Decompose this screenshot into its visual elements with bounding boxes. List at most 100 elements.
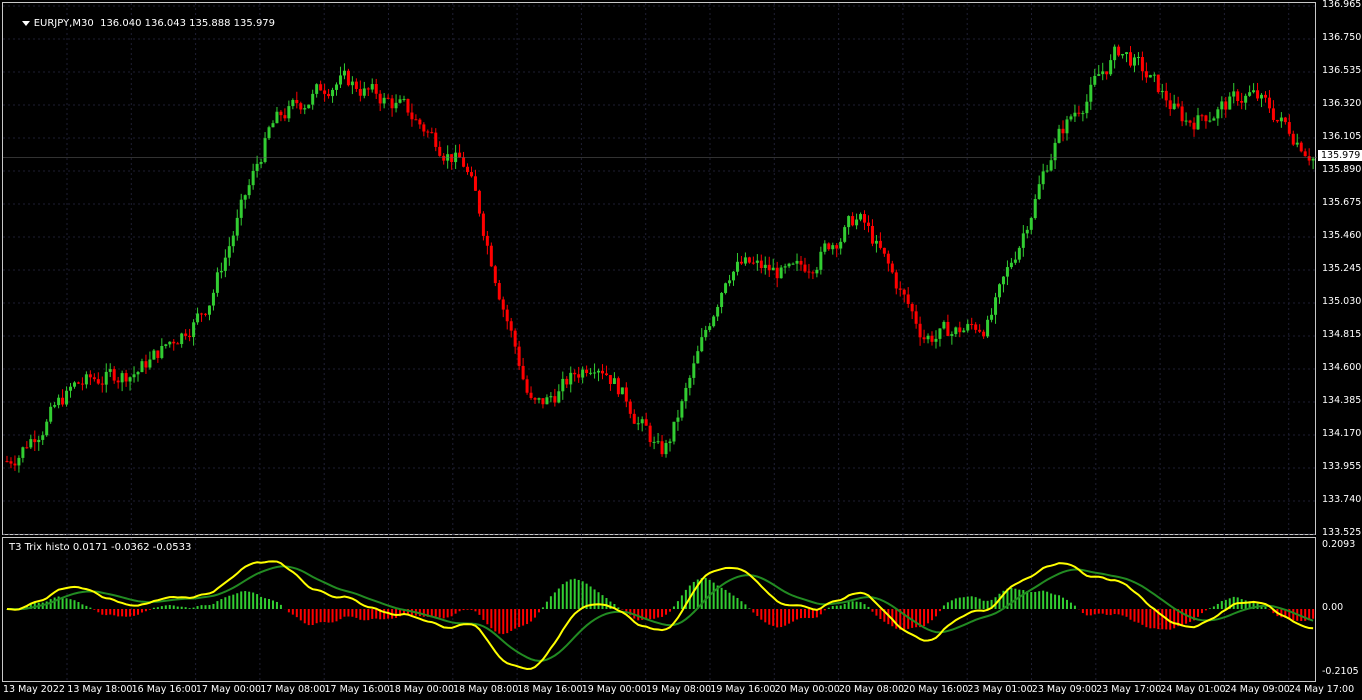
histogram-bar — [375, 609, 378, 619]
time-axis-label: 20 May 08:00 — [838, 684, 905, 695]
histogram-bar — [1073, 605, 1076, 609]
histogram-bar — [827, 607, 830, 609]
candle-body — [394, 102, 398, 109]
candle-body — [132, 374, 136, 378]
candle-body — [1144, 71, 1148, 78]
histogram-bar — [978, 598, 981, 609]
histogram-bar — [1093, 609, 1096, 615]
candle-body — [577, 374, 581, 378]
histogram-bar — [549, 596, 552, 609]
histogram-bar — [537, 609, 540, 613]
candle-body — [787, 263, 791, 267]
candle-body — [473, 176, 477, 191]
histogram-bar — [1038, 591, 1041, 609]
trix-histogram-chart[interactable] — [3, 538, 1317, 683]
candle-body — [807, 271, 811, 273]
dropdown-triangle-icon[interactable] — [21, 20, 30, 26]
candle-body — [652, 441, 656, 443]
histogram-bar — [847, 601, 850, 609]
candle-body — [1192, 122, 1196, 130]
candle-body — [601, 370, 604, 374]
candle-body — [120, 373, 124, 383]
indicator-pane[interactable]: T3 Trix histo 0.0171 -0.0362 -0.0533 — [2, 537, 1317, 683]
candle-body — [164, 344, 168, 346]
candle-body — [791, 263, 795, 265]
histogram-bar — [1113, 609, 1116, 615]
histogram-bar — [1240, 599, 1243, 609]
histogram-bar — [657, 609, 660, 618]
histogram-bar — [1081, 609, 1084, 614]
time-axis-label: 13 May 2022 — [3, 684, 65, 695]
candle-body — [88, 374, 92, 378]
histogram-bar — [1264, 606, 1267, 609]
price-axis-label: 136.320 — [1322, 98, 1362, 109]
candle-body — [1129, 52, 1133, 66]
price-chart-pane[interactable]: EURJPY,M30 136.040 136.043 135.888 135.9… — [2, 2, 1317, 536]
histogram-bar — [1121, 609, 1124, 616]
histogram-bar — [395, 609, 398, 618]
candle-body — [374, 84, 378, 94]
candle-body — [998, 284, 1001, 298]
histogram-bar — [593, 589, 596, 609]
time-axis-label: 19 May 00:00 — [581, 684, 647, 695]
candle-body — [585, 369, 589, 373]
candle-body — [855, 219, 859, 226]
candle-body — [100, 383, 104, 385]
histogram-bar — [1200, 609, 1203, 614]
candle-body — [1156, 74, 1160, 93]
ohlc-values: 136.040 136.043 135.888 135.979 — [100, 18, 276, 29]
histogram-bar — [490, 609, 493, 629]
candlestick-chart[interactable] — [3, 3, 1317, 536]
candle-body — [485, 235, 489, 246]
candle-body — [152, 350, 156, 360]
candle-body — [148, 359, 152, 368]
histogram-bar — [510, 609, 513, 631]
histogram-bar — [1169, 609, 1172, 630]
candle-body — [1244, 95, 1248, 103]
candle-body — [743, 257, 747, 264]
histogram-bar — [462, 609, 465, 611]
candle-body — [144, 361, 148, 368]
candle-body — [65, 390, 69, 405]
candle-body — [1113, 46, 1117, 61]
candle-body — [1045, 170, 1049, 172]
candle-body — [922, 337, 926, 340]
time-axis-label: 17 May 00:00 — [195, 684, 262, 695]
histogram-bar — [1181, 609, 1184, 626]
histogram-bar — [81, 604, 84, 609]
candle-body — [720, 292, 724, 307]
candle-body — [878, 240, 882, 248]
candle-body — [275, 111, 279, 124]
histogram-bar — [73, 600, 76, 609]
candle-body — [728, 280, 732, 284]
candle-body — [1065, 119, 1069, 134]
histogram-bar — [1125, 609, 1128, 617]
candle-body — [1041, 171, 1045, 185]
candle-body — [994, 297, 998, 315]
candle-body — [422, 124, 426, 132]
candle-body — [1236, 91, 1240, 102]
candle-body — [1089, 84, 1093, 102]
candle-body — [303, 108, 307, 110]
histogram-bar — [518, 609, 521, 628]
histogram-bar — [494, 609, 497, 632]
histogram-bar — [359, 609, 362, 620]
histogram-bar — [77, 601, 80, 609]
candle-body — [835, 245, 839, 249]
histogram-bar — [89, 607, 92, 609]
candle-body — [521, 365, 525, 380]
histogram-bar — [863, 604, 866, 609]
candle-body — [1252, 90, 1256, 93]
histogram-bar — [101, 609, 104, 615]
histogram-bar — [351, 609, 354, 617]
price-axis-label: 136.105 — [1322, 131, 1362, 142]
candle-body — [350, 81, 354, 86]
histogram-bar — [93, 609, 96, 610]
candle-body — [910, 303, 914, 312]
candle-body — [243, 195, 247, 200]
histogram-bar — [923, 609, 926, 627]
candle-body — [918, 323, 922, 338]
histogram-bar — [855, 601, 858, 609]
candle-body — [942, 321, 946, 329]
candle-body — [863, 214, 867, 223]
